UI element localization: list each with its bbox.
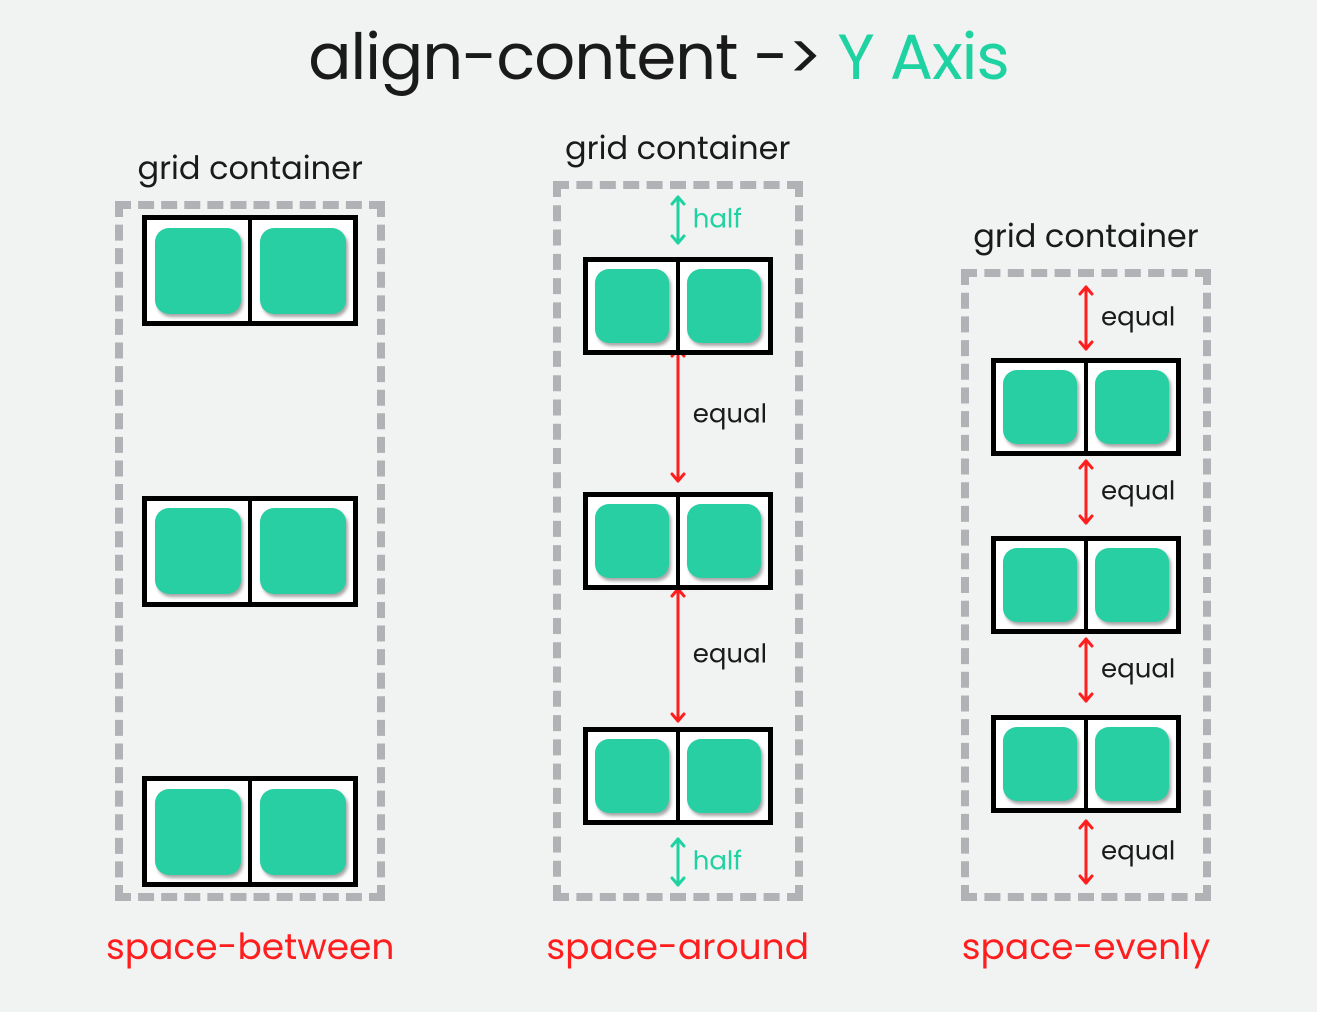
grid-cell: [1086, 361, 1178, 453]
grid-cell: [250, 499, 355, 604]
tile-icon: [687, 269, 761, 343]
grid-cell: [678, 495, 770, 587]
arrow-half-icon: half: [669, 193, 687, 247]
arrow-label-equal: equal: [1101, 299, 1175, 338]
tile-icon: [1095, 727, 1169, 801]
arrow-equal-icon: equal: [1077, 817, 1095, 887]
grid-cell: [145, 499, 250, 604]
tile-icon: [1003, 548, 1077, 622]
arrow-equal-icon: equal: [1077, 283, 1095, 353]
arrow-half-icon: half: [669, 835, 687, 889]
tile-icon: [1095, 548, 1169, 622]
arrow-label-equal: equal: [1101, 651, 1175, 690]
tile-icon: [595, 269, 669, 343]
tile-icon: [155, 228, 241, 314]
grid-cell: [586, 260, 678, 352]
grid-cell: [994, 361, 1086, 453]
tile-icon: [260, 508, 346, 594]
grid-cell: [678, 730, 770, 822]
grid-cell: [250, 218, 355, 323]
tile-icon: [687, 504, 761, 578]
grid-row: [583, 257, 773, 355]
example-space-between: grid container space-between: [106, 145, 394, 974]
grid-row: [142, 776, 358, 887]
arrow-equal-icon: equal: [669, 345, 687, 485]
arrow-label-equal: equal: [693, 396, 767, 435]
grid-row: [991, 358, 1181, 456]
grid-cell: [1086, 539, 1178, 631]
grid-cell: [145, 218, 250, 323]
grid-container-evenly: equal equal equal equal: [961, 269, 1211, 901]
tile-icon: [1003, 727, 1077, 801]
arrow-label-equal: equal: [693, 636, 767, 675]
example-space-evenly: grid container equal equal equal equal: [961, 213, 1211, 974]
title-accent: Y Axis: [837, 13, 1008, 102]
grid-cell: [586, 495, 678, 587]
grid-row: [991, 715, 1181, 813]
tile-icon: [155, 508, 241, 594]
grid-row: [583, 727, 773, 825]
grid-cell: [1086, 718, 1178, 810]
examples-row: grid container space-between grid contai…: [0, 125, 1317, 974]
tile-icon: [260, 228, 346, 314]
arrow-label-equal: equal: [1101, 473, 1175, 512]
grid-cell: [994, 718, 1086, 810]
container-label: grid container: [137, 145, 362, 193]
container-label: grid container: [565, 125, 790, 173]
container-label: grid container: [973, 213, 1198, 261]
arrow-label-equal: equal: [1101, 833, 1175, 872]
arrow-label-half: half: [693, 843, 742, 882]
grid-container-around: half equal equal half: [553, 181, 803, 901]
grid-container-between: [115, 201, 385, 901]
grid-cell: [678, 260, 770, 352]
tile-icon: [260, 789, 346, 875]
tile-icon: [687, 739, 761, 813]
example-space-around: grid container half equal equal: [546, 125, 809, 974]
arrow-equal-icon: equal: [1077, 635, 1095, 705]
title-prefix: align-content ->: [308, 13, 837, 102]
value-label-evenly: space-evenly: [962, 919, 1210, 974]
grid-row: [583, 492, 773, 590]
tile-icon: [155, 789, 241, 875]
tile-icon: [1003, 370, 1077, 444]
grid-cell: [145, 779, 250, 884]
grid-cell: [250, 779, 355, 884]
tile-icon: [595, 504, 669, 578]
arrow-equal-icon: equal: [669, 585, 687, 725]
grid-row: [142, 215, 358, 326]
arrow-equal-icon: equal: [1077, 457, 1095, 527]
value-label-around: space-around: [546, 919, 809, 974]
arrow-label-half: half: [693, 201, 742, 240]
diagram-title: align-content -> Y Axis: [0, 0, 1317, 105]
tile-icon: [595, 739, 669, 813]
value-label-between: space-between: [106, 919, 394, 974]
grid-row: [142, 496, 358, 607]
tile-icon: [1095, 370, 1169, 444]
grid-cell: [994, 539, 1086, 631]
grid-row: [991, 536, 1181, 634]
grid-cell: [586, 730, 678, 822]
